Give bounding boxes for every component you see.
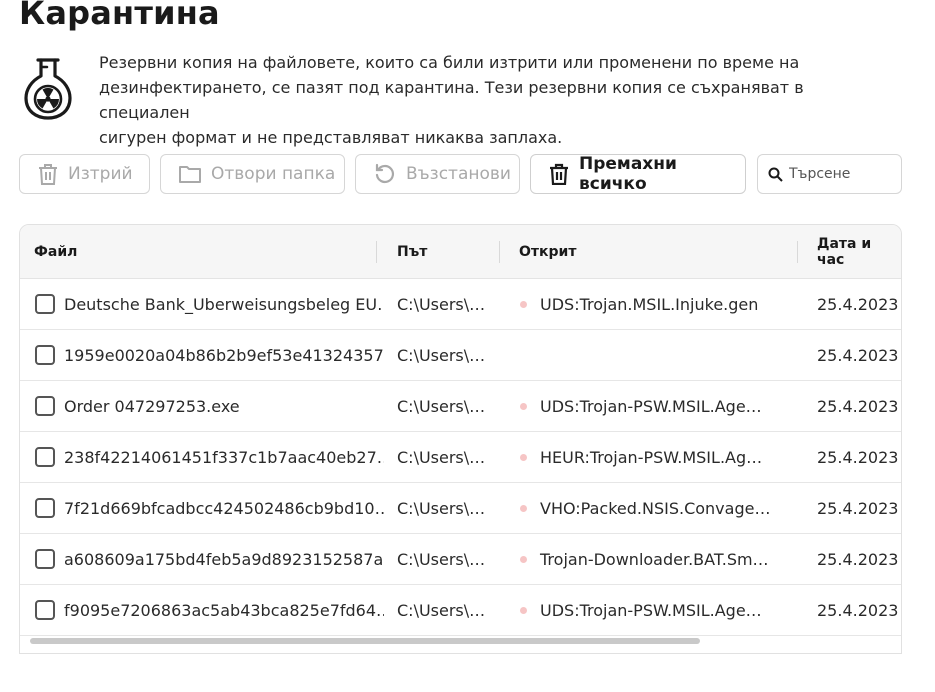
table-row[interactable]: 1959e0020a04b86b2b9ef53e41324357… C:\User…	[20, 330, 901, 381]
cell-file: Deutsche Bank_Uberweisungsbeleg EU…	[64, 294, 384, 314]
detected-label: UDS:Trojan-PSW.MSIL.Age…	[540, 396, 762, 416]
table-header: Файл Път Открит Дата и час	[20, 225, 901, 279]
restore-icon	[375, 163, 395, 184]
cell-detected: UDS:Trojan.MSIL.Injuke.gen	[518, 279, 778, 329]
cell-detected: UDS:Trojan-PSW.MSIL.Age…	[518, 585, 778, 635]
scrollbar-thumb[interactable]	[30, 638, 700, 644]
quarantine-table: Файл Път Открит Дата и час Deutsche Bank…	[19, 224, 902, 654]
open-folder-button[interactable]: Отвори папка	[160, 154, 345, 194]
threat-dot-icon	[520, 453, 527, 461]
table-row[interactable]: Order 047297253.exe C:\Users\… UDS:Trojan-…	[20, 381, 901, 432]
row-checkbox[interactable]	[35, 345, 55, 365]
cell-file: 238f42214061451f337c1b7aac40eb27…	[64, 447, 384, 467]
column-header-file[interactable]: Файл	[34, 225, 77, 279]
threat-dot-icon	[520, 300, 527, 308]
remove-all-button-label: Премахни всичко	[579, 154, 677, 194]
info-line: сигурен формат и не представляват никакв…	[99, 128, 563, 147]
row-checkbox[interactable]	[35, 447, 55, 467]
cell-file: Order 047297253.exe	[64, 396, 240, 416]
trash-icon	[550, 163, 568, 185]
cell-detected: Trojan-Downloader.BAT.Sm…	[518, 534, 778, 584]
search-icon	[768, 167, 783, 182]
cell-path: C:\Users\…	[397, 396, 486, 416]
row-checkbox[interactable]	[35, 549, 55, 569]
cell-datetime: 25.4.2023 г.	[817, 600, 901, 620]
cell-detected: HEUR:Trojan-PSW.MSIL.Ag…	[518, 432, 778, 482]
row-checkbox[interactable]	[35, 396, 55, 416]
cell-detected: UDS:Trojan-PSW.MSIL.Age…	[518, 381, 778, 431]
cell-datetime: 25.4.2023 г.	[817, 345, 901, 365]
toolbar: Изтрий Отвори папка Възстанови Премахни …	[19, 154, 902, 194]
cell-datetime: 25.4.2023 г.	[817, 498, 901, 518]
table-row[interactable]: Deutsche Bank_Uberweisungsbeleg EU… C:\Us…	[20, 279, 901, 330]
column-header-path[interactable]: Път	[397, 225, 427, 279]
column-header-datetime[interactable]: Дата и час	[817, 225, 901, 279]
table-row[interactable]: f9095e7206863ac5ab43bca825e7fd64… C:\User…	[20, 585, 901, 636]
threat-dot-icon	[520, 555, 527, 563]
search-input[interactable]	[789, 166, 899, 182]
quarantine-info: Резервни копия на файловете, които са би…	[19, 50, 899, 147]
info-line: Резервни копия на файловете, които са би…	[99, 53, 800, 72]
delete-button-label: Изтрий	[68, 164, 133, 184]
info-text: Резервни копия на файловете, които са би…	[99, 50, 889, 150]
cell-path: C:\Users\…	[397, 600, 486, 620]
flask-radiation-icon	[24, 58, 72, 120]
column-resizer[interactable]	[797, 241, 798, 263]
cell-datetime: 25.4.2023 г.	[817, 396, 901, 416]
cell-file: 1959e0020a04b86b2b9ef53e41324357…	[64, 345, 384, 365]
restore-button[interactable]: Възстанови	[355, 154, 520, 194]
folder-icon	[179, 166, 201, 183]
horizontal-scrollbar[interactable]	[20, 635, 901, 645]
cell-path: C:\Users\…	[397, 294, 486, 314]
row-checkbox[interactable]	[35, 294, 55, 314]
info-line: дезинфектирането, се пазят под карантина…	[99, 78, 804, 122]
detected-label: VHO:Packed.NSIS.Convage…	[540, 498, 771, 518]
row-checkbox[interactable]	[35, 600, 55, 620]
remove-all-button[interactable]: Премахни всичко	[530, 154, 746, 194]
cell-file: f9095e7206863ac5ab43bca825e7fd64…	[64, 600, 384, 620]
cell-path: C:\Users\…	[397, 447, 486, 467]
cell-datetime: 25.4.2023 г.	[817, 549, 901, 569]
trash-icon	[39, 164, 57, 185]
table-row[interactable]: a608609a175bd4feb5a9d8923152587a… C:\User…	[20, 534, 901, 585]
cell-file: 7f21d669bfcadbcc424502486cb9bd10…	[64, 498, 384, 518]
cell-path: C:\Users\…	[397, 549, 486, 569]
threat-dot-icon	[520, 606, 527, 614]
table-row[interactable]: 238f42214061451f337c1b7aac40eb27… C:\User…	[20, 432, 901, 483]
cell-detected	[518, 330, 778, 380]
detected-label: UDS:Trojan.MSIL.Injuke.gen	[540, 294, 759, 314]
column-resizer[interactable]	[376, 241, 377, 263]
column-header-detected[interactable]: Открит	[519, 225, 576, 279]
restore-button-label: Възстанови	[406, 164, 511, 184]
cell-path: C:\Users\…	[397, 345, 486, 365]
threat-dot-icon	[520, 504, 527, 512]
row-checkbox[interactable]	[35, 498, 55, 518]
cell-detected: VHO:Packed.NSIS.Convage…	[518, 483, 778, 533]
page-title: Карантина	[19, 0, 220, 32]
detected-label: UDS:Trojan-PSW.MSIL.Age…	[540, 600, 762, 620]
detected-label: HEUR:Trojan-PSW.MSIL.Ag…	[540, 447, 763, 467]
cell-datetime: 25.4.2023 г.	[817, 447, 901, 467]
search-box[interactable]	[757, 154, 902, 194]
cell-path: C:\Users\…	[397, 498, 486, 518]
cell-datetime: 25.4.2023 г.	[817, 294, 901, 314]
threat-dot-icon	[520, 402, 527, 410]
delete-button[interactable]: Изтрий	[19, 154, 150, 194]
open-folder-button-label: Отвори папка	[211, 164, 336, 184]
table-row[interactable]: 7f21d669bfcadbcc424502486cb9bd10… C:\User…	[20, 483, 901, 534]
column-resizer[interactable]	[499, 241, 500, 263]
detected-label: Trojan-Downloader.BAT.Sm…	[540, 549, 769, 569]
cell-file: a608609a175bd4feb5a9d8923152587a…	[64, 549, 384, 569]
